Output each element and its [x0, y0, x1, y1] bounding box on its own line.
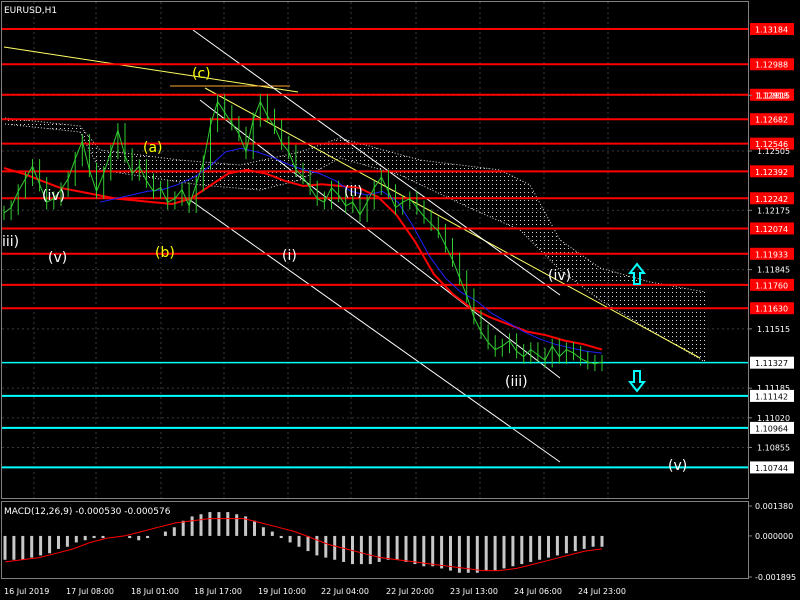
- time-label: 17 Jul 08:00: [66, 587, 114, 596]
- time-label: 22 Jul 20:00: [386, 587, 434, 596]
- time-label: 16 Jul 2019: [4, 587, 49, 596]
- time-label: 18 Jul 01:00: [131, 587, 179, 596]
- macd-tick-label: 0.000000: [755, 532, 793, 541]
- resistance-value: 1.12682: [755, 116, 788, 125]
- support-value: 1.11142: [755, 392, 788, 401]
- wave-label: (iv): [42, 188, 65, 204]
- time-label: 18 Jul 17:00: [194, 587, 242, 596]
- price-tick-label: 1.10855: [757, 443, 790, 452]
- time-label: 24 Jul 06:00: [514, 587, 562, 596]
- time-label: 23 Jul 13:00: [450, 587, 498, 596]
- price-tick-label: 1.11845: [757, 266, 790, 275]
- wave-label: (ii): [344, 184, 363, 200]
- price-tick-label: 1.11185: [757, 384, 790, 393]
- time-label: 22 Jul 04:00: [321, 587, 369, 596]
- channel-line-upper: [192, 29, 561, 296]
- price-tick-label: 1.11515: [757, 325, 790, 334]
- wave-label: (i): [282, 248, 297, 264]
- price-tick-label: 1.12815: [757, 91, 790, 100]
- resistance-value: 1.12242: [755, 195, 788, 204]
- resistance-value: 1.11760: [755, 281, 788, 290]
- current-price-value: 1.11327: [755, 359, 788, 368]
- support-lines: [2, 361, 748, 469]
- price-pane-frame: [1, 1, 749, 499]
- price-tick-label: 1.12505: [757, 147, 790, 156]
- resistance-value: 1.12988: [755, 61, 788, 70]
- resistance-value: 1.12392: [755, 168, 788, 177]
- wave-label: (a): [143, 140, 163, 156]
- wave-label: (v): [668, 458, 687, 474]
- price-tick-label: 1.11020: [757, 414, 790, 423]
- resistance-value: 1.13184: [755, 26, 788, 35]
- channel-line-lower: [189, 199, 561, 463]
- macd-tick-label: -0.001895: [755, 573, 796, 582]
- time-label: 19 Jul 10:00: [258, 587, 306, 596]
- support-value: 1.10964: [755, 424, 788, 433]
- resistance-value: 1.11933: [755, 250, 788, 259]
- wave-label: (iii): [505, 374, 528, 390]
- resistance-value: 1.11630: [755, 305, 788, 314]
- grid-lines: [2, 2, 748, 498]
- time-axis: 16 Jul 2019 17 Jul 08:00 18 Jul 01:00 18 Ju…: [4, 587, 626, 596]
- channel-line-mid: [199, 99, 561, 379]
- wave-label: (b): [155, 245, 175, 261]
- wave-label: (v): [48, 250, 67, 266]
- trendline-upper: [3, 46, 299, 93]
- eurusd-chart[interactable]: (c)(a)(b)(iv)(v)iii)(i)(ii)(iii)(iv)(v) …: [0, 0, 800, 600]
- macd-tick-label: 0.001380: [755, 502, 793, 511]
- price-series: [3, 94, 603, 372]
- macd-label: MACD(12,26,9) -0.000530 -0.000576: [4, 507, 171, 517]
- support-value: 1.10744: [755, 464, 788, 473]
- trendline-diagonal: [204, 87, 701, 359]
- time-label: 24 Jul 23:00: [578, 587, 626, 596]
- chart-title: EURUSD,H1: [4, 6, 57, 16]
- price-tick-label: 1.12175: [757, 206, 790, 215]
- wave-label: (c): [192, 66, 211, 82]
- wave-label: (iv): [548, 268, 571, 284]
- price-axis: 1.131841.129881.128181.126821.125461.123…: [748, 23, 794, 474]
- resistance-value: 1.12074: [755, 225, 788, 234]
- wave-label: iii): [2, 234, 19, 250]
